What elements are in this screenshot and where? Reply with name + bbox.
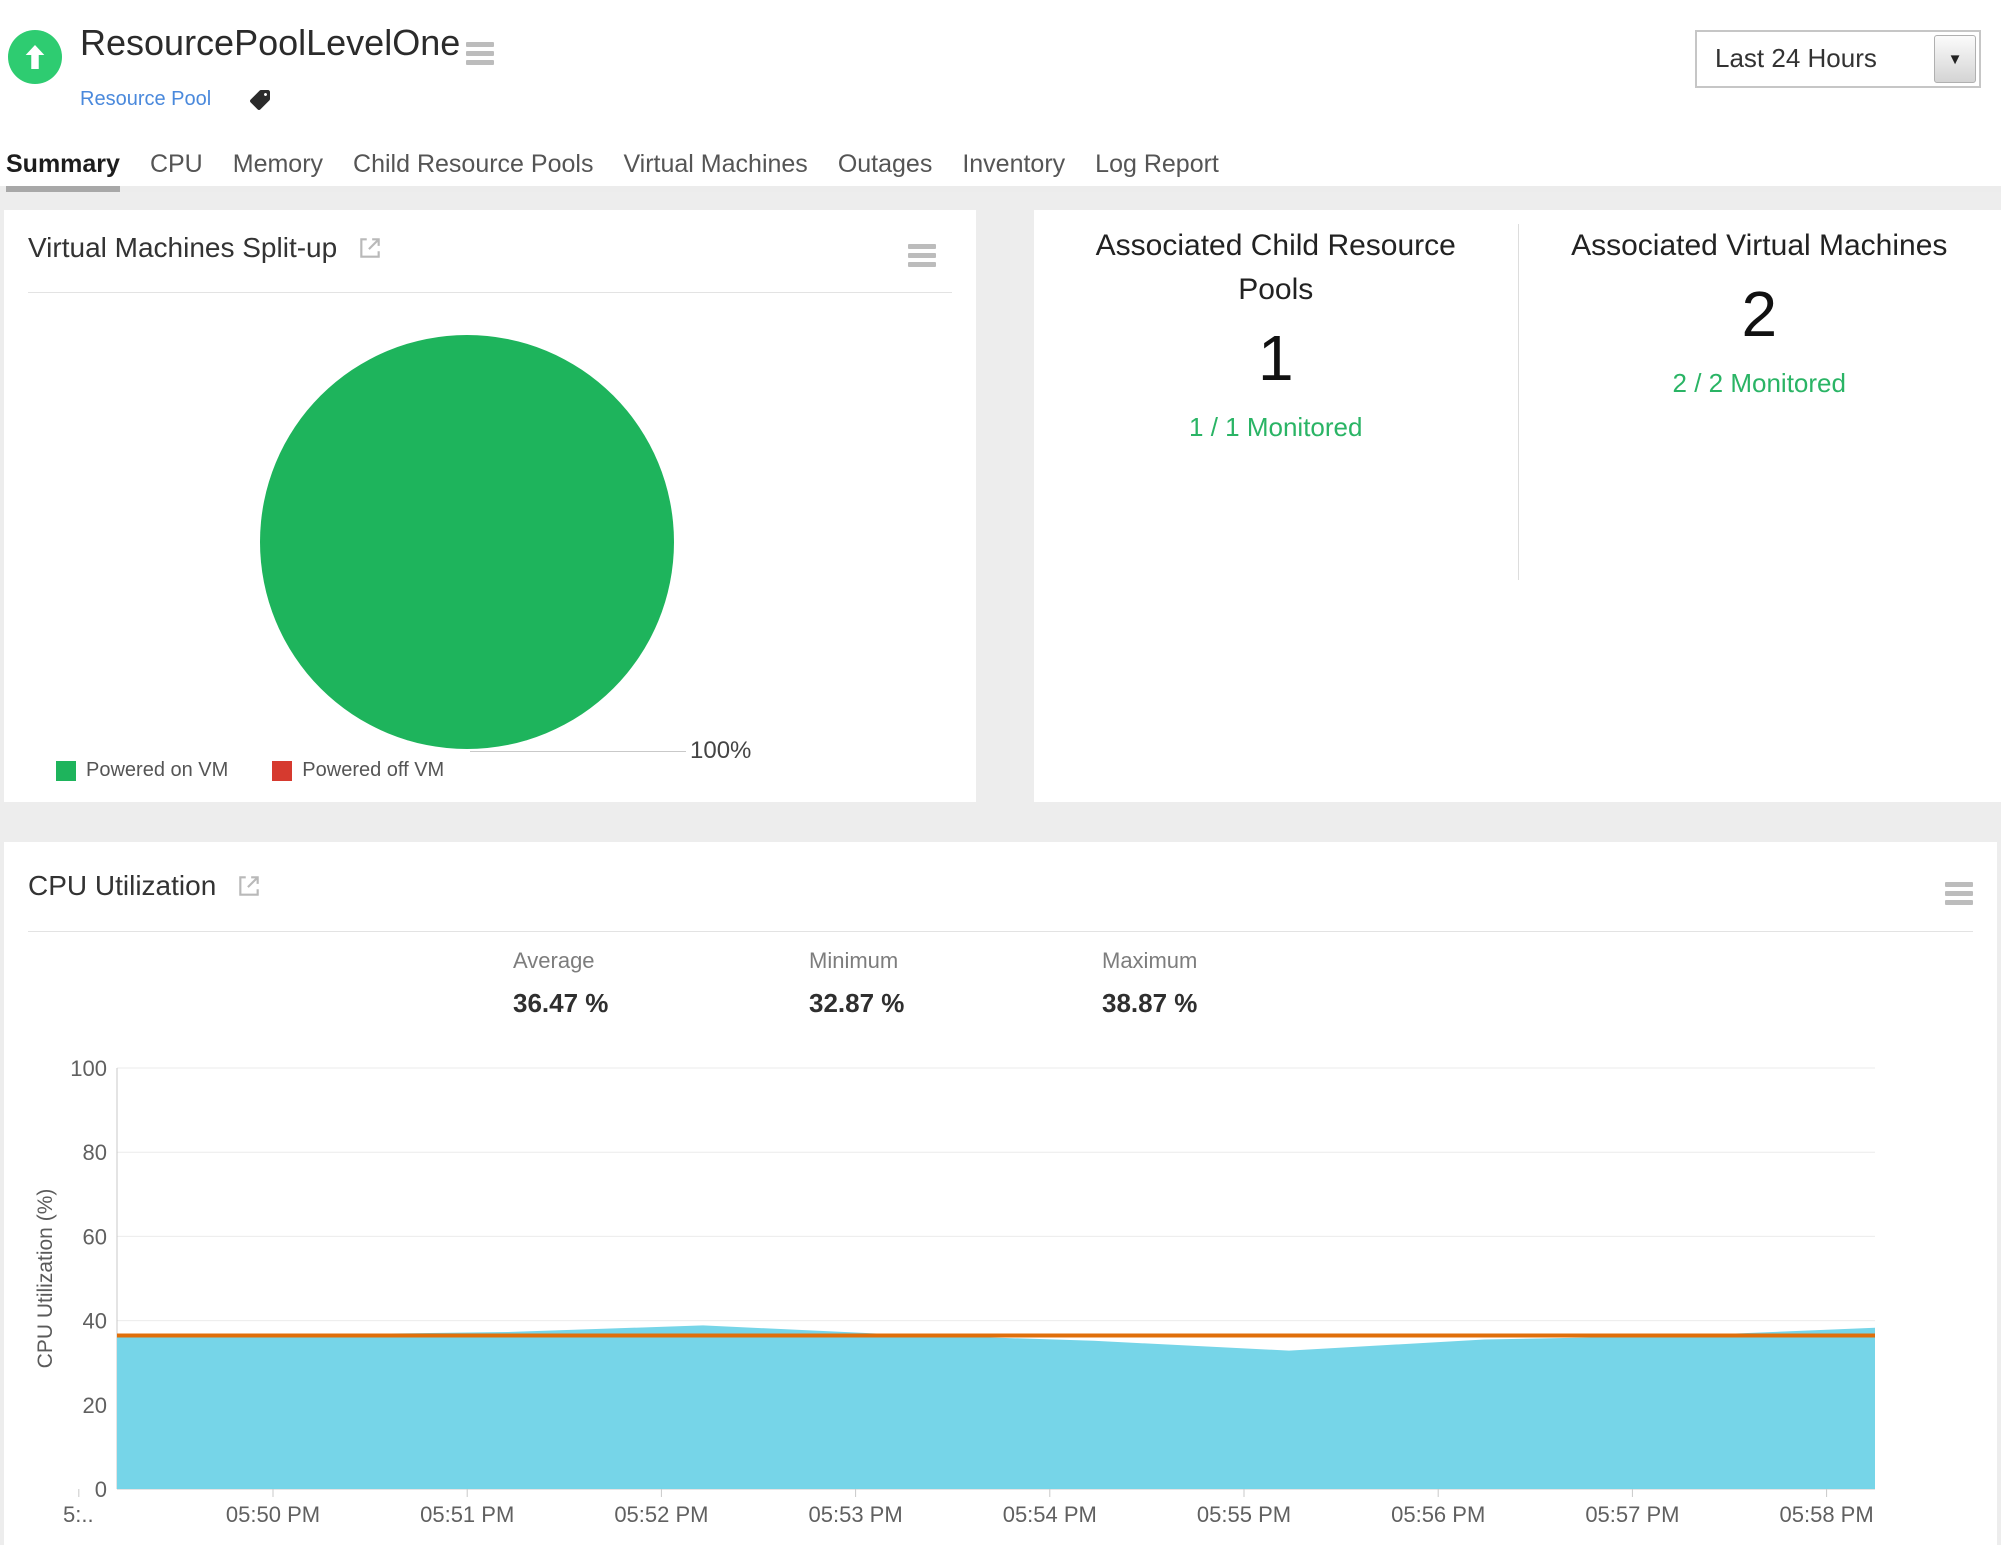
assoc-title: Associated Virtual Machines [1554,224,1966,268]
legend-label: Powered on VM [86,759,228,782]
y-axis-tick-label: 0 [95,1477,107,1502]
legend-item[interactable]: Powered on VM [56,759,228,782]
stat-value: 32.87 % [809,988,904,1019]
x-axis-tick-label: 05:55 PM [1197,1502,1291,1527]
screen: ResourcePoolLevelOne Resource Pool Last … [0,0,2001,1545]
cpu-utilization-chart[interactable]: 0 20 40 60 80 100 5:.. 05:50 PM 05:51 PM 05:52 PM… [30,1050,1875,1545]
assoc-count: 2 [1554,278,1966,352]
assoc-count: 1 [1070,322,1482,396]
x-axis-tick-label: 05:56 PM [1391,1502,1485,1527]
legend-swatch [272,761,292,781]
y-axis-tick-label: 80 [83,1140,107,1165]
x-axis-tick-label: 5:.. [63,1502,94,1527]
stat-label: Maximum [1102,948,1197,974]
tab-bar: Summary CPU Memory Child Resource Pools Virt… [0,140,2001,192]
time-range-select[interactable]: Last 24 Hours ▼ [1695,30,1981,88]
stat-value: 36.47 % [513,988,608,1019]
legend-label: Powered off VM [302,759,444,782]
divider [28,931,1973,932]
tag-icon[interactable] [248,88,272,117]
vm-splitup-card: Virtual Machines Split-up 100% Powered o… [4,210,976,802]
assoc-virtual-machines-column: Associated Virtual Machines 2 2 / 2 Moni… [1518,210,2001,802]
tab-summary[interactable]: Summary [6,140,120,186]
cpu-utilization-card: CPU Utilization Average 36.47 % Minimum 32.… [4,842,1997,1545]
stat-label: Average [513,948,608,974]
divider [1518,224,1519,580]
assoc-title: Associated Child Resource Pools [1070,224,1482,312]
cpu-area-series[interactable] [117,1325,1875,1489]
cpu-card-title: CPU Utilization [28,870,262,902]
stat-minimum: Minimum 32.87 % [809,948,904,1019]
x-axis-tick-label: 05:53 PM [809,1502,903,1527]
stat-average: Average 36.47 % [513,948,608,1019]
external-link-icon[interactable] [236,873,262,899]
vm-card-title: Virtual Machines Split-up [28,232,383,264]
legend-item[interactable]: Powered off VM [272,759,444,782]
tab-memory[interactable]: Memory [233,140,323,186]
pie-callout-label: 100% [690,737,751,765]
x-axis-tick-label: 05:52 PM [614,1502,708,1527]
tab-log-report[interactable]: Log Report [1095,140,1219,186]
y-axis-title: CPU Utilization (%) [34,1189,57,1369]
y-axis-tick-label: 100 [70,1056,107,1081]
x-axis-tick-label: 05:51 PM [420,1502,514,1527]
associated-card: Associated Child Resource Pools 1 1 / 1 … [1034,210,2001,802]
y-axis-tick-label: 40 [83,1309,107,1334]
tab-inventory[interactable]: Inventory [962,140,1065,186]
assoc-monitored-link[interactable]: 1 / 1 Monitored [1189,412,1362,443]
page-title: ResourcePoolLevelOne [80,22,460,64]
cpu-stats: Average 36.47 % Minimum 32.87 % Maximum 38.87… [513,948,1413,1038]
status-up-icon [8,30,62,84]
assoc-child-pools-column: Associated Child Resource Pools 1 1 / 1 … [1034,210,1518,802]
tab-cpu[interactable]: CPU [150,140,203,186]
stat-label: Minimum [809,948,904,974]
pie-chart-powered-on[interactable] [260,335,674,749]
cpu-card-title-text: CPU Utilization [28,870,216,901]
assoc-monitored-link[interactable]: 2 / 2 Monitored [1673,368,1846,399]
pie-callout-line [470,751,686,752]
y-axis-tick-label: 60 [83,1224,107,1249]
x-axis-tick-label: 05:54 PM [1003,1502,1097,1527]
time-range-value: Last 24 Hours [1715,32,1877,84]
resource-pool-link[interactable]: Resource Pool [80,88,211,111]
title-menu-icon[interactable] [466,38,494,69]
divider [28,292,952,293]
vm-card-title-text: Virtual Machines Split-up [28,232,337,263]
tab-outages[interactable]: Outages [838,140,933,186]
chevron-down-icon[interactable]: ▼ [1934,35,1976,83]
vm-card-menu-icon[interactable] [908,240,936,271]
pie-legend: Powered on VM Powered off VM [56,759,444,782]
y-axis-tick-label: 20 [83,1393,107,1418]
tab-virtual-machines[interactable]: Virtual Machines [623,140,807,186]
external-link-icon[interactable] [357,235,383,261]
up-arrow-icon [19,41,51,73]
x-axis-tick-label: 05:58 PM [1780,1502,1874,1527]
tab-child-resource-pools[interactable]: Child Resource Pools [353,140,593,186]
stat-value: 38.87 % [1102,988,1197,1019]
stat-maximum: Maximum 38.87 % [1102,948,1197,1019]
legend-swatch [56,761,76,781]
x-axis-tick-label: 05:57 PM [1585,1502,1679,1527]
cpu-card-menu-icon[interactable] [1945,878,1973,909]
x-axis-tick-label: 05:50 PM [226,1502,320,1527]
